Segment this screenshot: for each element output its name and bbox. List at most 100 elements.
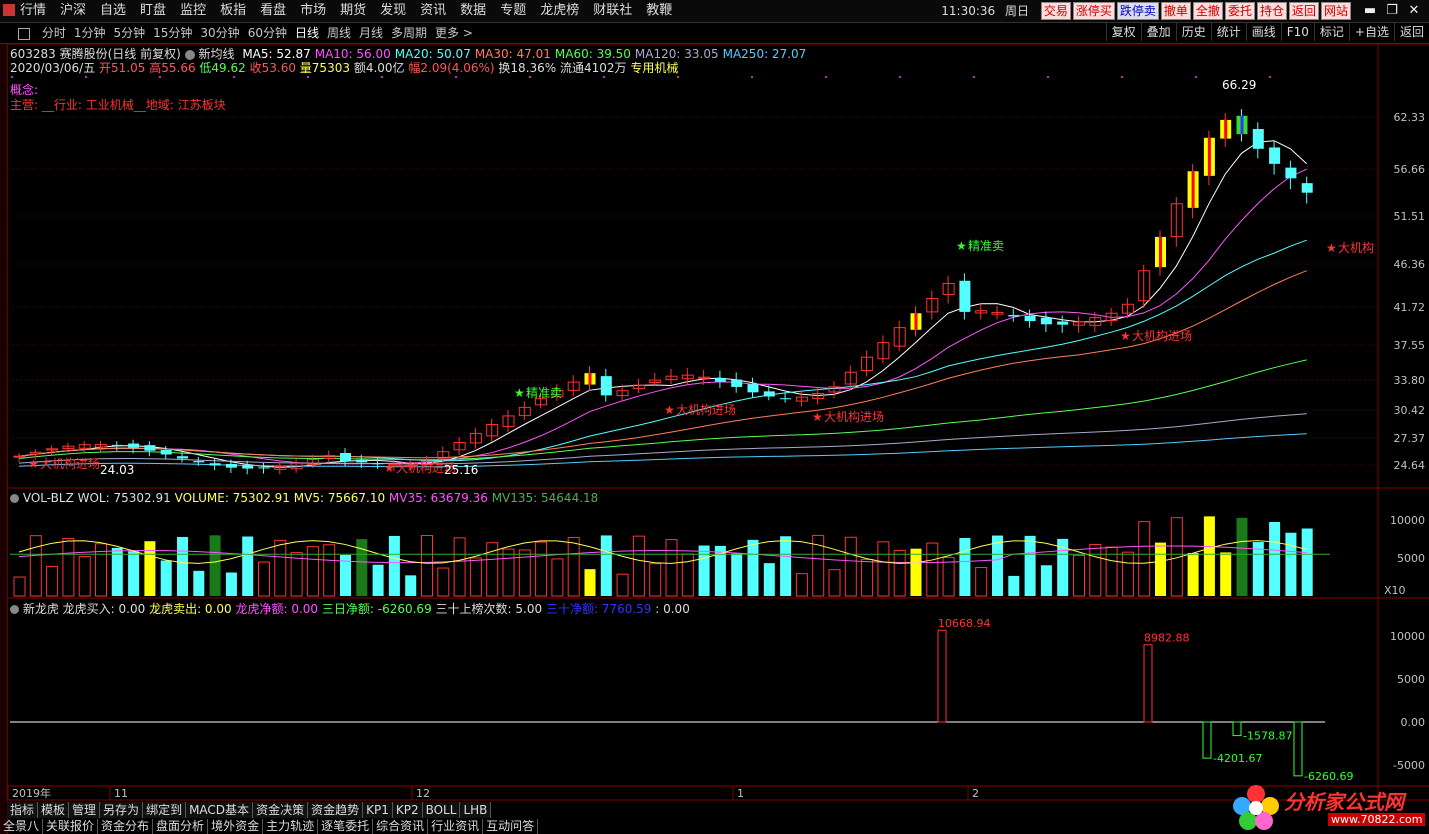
vol-bar — [160, 560, 172, 596]
candle — [1252, 122, 1264, 159]
indicator-tab-7[interactable]: 资金趋势 — [308, 802, 364, 818]
marker-dot — [973, 76, 975, 78]
buy-signal-label: 大机构进场 — [1132, 328, 1192, 343]
marker-dot — [159, 76, 161, 78]
vol-wol: WOL: 75302.91 — [77, 491, 171, 505]
candle-body — [128, 443, 140, 448]
candle — [46, 445, 59, 455]
candle — [731, 372, 743, 393]
vol-bar — [975, 566, 988, 597]
price-tick-label: 30.42 — [1394, 404, 1426, 417]
vol-bar — [942, 556, 955, 597]
candle — [1024, 309, 1036, 328]
candle-body — [1301, 183, 1313, 193]
sell-signal-label: 精准卖 — [526, 386, 562, 400]
vol-header: VOL-BLZ WOL: 75302.91 VOLUME: 75302.91 M… — [10, 491, 598, 505]
vol-bar — [62, 537, 75, 597]
indicator-tab-10[interactable]: BOLL — [422, 802, 461, 818]
indicator-tab-9[interactable]: KP2 — [392, 802, 423, 818]
candle-body — [177, 456, 188, 459]
vol-name[interactable]: VOL-BLZ — [23, 491, 74, 505]
candle — [1203, 130, 1215, 186]
info-tab-9[interactable]: 互动问答 — [483, 819, 539, 834]
info-tab-0[interactable]: 全景八 — [0, 819, 44, 834]
dragon-name[interactable]: 新龙虎 — [23, 602, 59, 616]
sell-signal-star: ★ — [956, 239, 967, 253]
dragon-tick-label: 0.00 — [1401, 716, 1426, 729]
vol-bar — [372, 564, 384, 596]
buy-signal-star: ★ — [1326, 241, 1337, 255]
buy-signal-star: ★ — [28, 457, 39, 471]
info-tab-8[interactable]: 行业资讯 — [428, 819, 484, 834]
candle-body — [1008, 315, 1020, 317]
info-tab-6[interactable]: 逐笔委托 — [318, 819, 374, 834]
info-tab-4[interactable]: 境外资金 — [208, 819, 264, 834]
info-tab-5[interactable]: 主力轨迹 — [263, 819, 319, 834]
vol-bar — [681, 553, 694, 597]
indicator-tab-11[interactable]: LHB — [460, 802, 492, 818]
vol-bar — [290, 552, 303, 597]
candle — [1269, 140, 1281, 175]
dragon-bar-label: -4201.67 — [1213, 752, 1262, 765]
vol-bar — [747, 539, 759, 596]
marker-dot — [603, 76, 605, 78]
vol-bar — [1040, 565, 1052, 596]
vol-bar — [844, 536, 857, 597]
dragon-extra: : 0.00 — [655, 602, 690, 616]
vol-bar — [1285, 532, 1297, 596]
info-tab-2[interactable]: 资金分布 — [98, 819, 154, 834]
time-label: 2 — [972, 787, 979, 800]
indicator-tab-1[interactable]: 模板 — [38, 802, 70, 818]
dragon-bar-label: -1578.87 — [1243, 730, 1292, 743]
dragon-bar — [937, 629, 947, 723]
vol-bar — [926, 542, 939, 597]
indicator-tab-0[interactable]: 指标 — [7, 802, 39, 818]
vol-bar — [29, 535, 42, 597]
dragon-net: 龙虎净额: 0.00 — [235, 602, 319, 616]
info-tab-1[interactable]: 关联报价 — [43, 819, 99, 834]
candle — [1301, 176, 1313, 204]
dragon-count30: 三十上榜次数: 5.00 — [435, 602, 543, 616]
indicator-tab-2[interactable]: 管理 — [69, 802, 101, 818]
candle — [1155, 230, 1166, 276]
vol-bar — [177, 536, 188, 596]
dragon-bar-label: 8982.88 — [1144, 632, 1190, 645]
indicator-tab-5[interactable]: MACD基本 — [186, 802, 254, 818]
vol-settings-icon[interactable] — [10, 494, 19, 503]
indicator-tab-6[interactable]: 资金决策 — [253, 802, 309, 818]
indicator-tab-8[interactable]: KP1 — [363, 802, 393, 818]
vol-bar — [1269, 521, 1281, 596]
chart-svg[interactable]: ★ 大机构进场 ★ 大机构进场★ 大机构进场 ★ 大机构进场★ 大机构进场★ 大机构★ 精准卖★ 精… — [0, 0, 1429, 834]
vol-mv5: MV5: 75667.10 — [293, 491, 386, 505]
ma-line-250 — [18, 433, 1307, 468]
price-tick-label: 33.80 — [1394, 374, 1426, 387]
candle — [600, 368, 612, 402]
candle — [1285, 160, 1297, 190]
indicator-tab-3[interactable]: 另存为 — [100, 802, 144, 818]
vol-bar — [1138, 521, 1151, 597]
dragon-three-day: 三日净额: -6260.69 — [321, 602, 432, 616]
candle — [372, 458, 384, 469]
signals: ★ 大机构进场 ★ 大机构进场★ 大机构进场 ★ 大机构进场★ 大机构进场★ 大机构★ 精准卖★ 精… — [11, 76, 1374, 477]
candle — [1170, 197, 1183, 247]
candle-body — [160, 450, 172, 455]
candle-body-stripe — [1191, 171, 1195, 208]
time-label: 2019年 — [12, 786, 51, 800]
time-label: 1 — [737, 787, 744, 800]
candle — [323, 450, 336, 463]
marker-dot — [899, 76, 901, 78]
dragon-settings-icon[interactable] — [10, 605, 19, 614]
candle-body — [959, 280, 971, 312]
info-tab-3[interactable]: 盘面分析 — [153, 819, 209, 834]
vol-bar — [910, 548, 922, 596]
candle — [1220, 113, 1232, 147]
dragon-bar — [1232, 721, 1242, 737]
vol-bar — [1155, 542, 1166, 596]
candle — [1008, 308, 1020, 322]
indicator-tab-4[interactable]: 绑定到 — [143, 802, 187, 818]
price-tick-label: 24.64 — [1394, 459, 1426, 472]
vol-bar — [1252, 542, 1264, 596]
candle-body-stripe — [1207, 137, 1211, 176]
info-tab-7[interactable]: 综合资讯 — [373, 819, 429, 834]
marker-dot — [825, 76, 827, 78]
